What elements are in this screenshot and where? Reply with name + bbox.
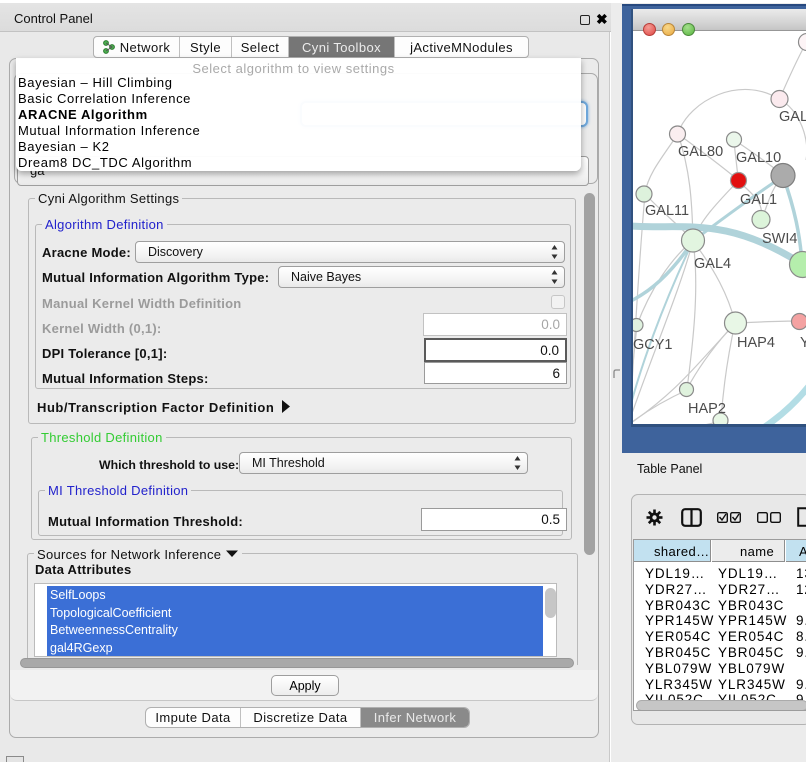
svg-text:HAP4: HAP4: [737, 335, 775, 351]
svg-text:GAL1: GAL1: [740, 192, 777, 208]
svg-text:GAL4: GAL4: [694, 256, 731, 272]
svg-text:HAP2: HAP2: [688, 401, 726, 417]
svg-text:YJ: YJ: [800, 335, 806, 351]
svg-text:GAL10: GAL10: [736, 150, 781, 166]
svg-text:GAL80: GAL80: [678, 144, 723, 160]
svg-text:GAL7: GAL7: [779, 109, 806, 125]
svg-text:SWI4: SWI4: [762, 231, 797, 247]
svg-text:GAL11: GAL11: [645, 203, 689, 219]
svg-text:GCY1: GCY1: [633, 337, 673, 353]
